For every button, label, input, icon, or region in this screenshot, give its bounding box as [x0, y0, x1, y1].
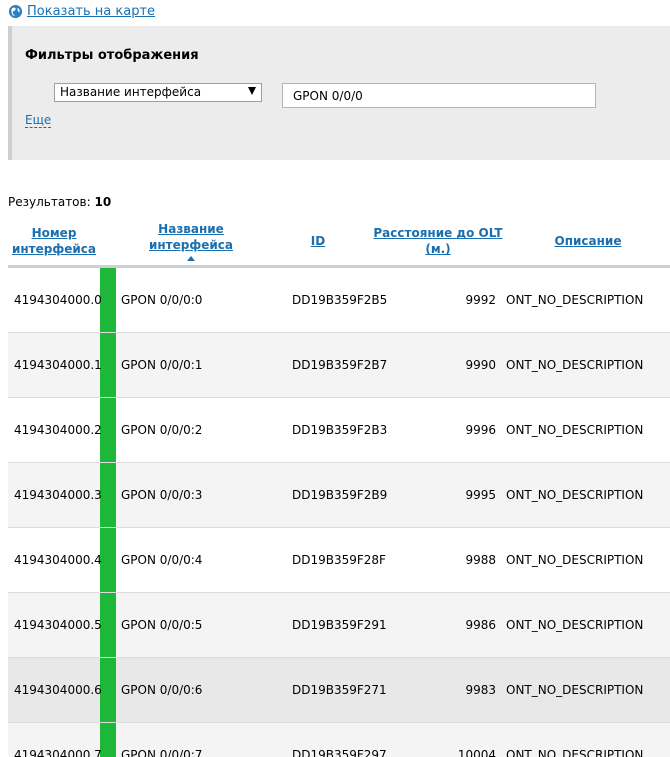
table-row[interactable]: 4194304000.6 GPON 0/0/0:6 DD19B359F271 9983…: [8, 657, 670, 723]
table-row[interactable]: 4194304000.5 GPON 0/0/0:5 DD19B359F291 9986…: [8, 592, 670, 658]
results-label: Результатов:: [8, 195, 91, 209]
table-row[interactable]: 4194304000.7 GPON 0/0/0:7 DD19B359F297 1000…: [8, 722, 670, 757]
interface-number-cell: 4194304000.6: [8, 657, 102, 723]
distance-cell: 10004: [370, 722, 506, 757]
header-number[interactable]: Номер интерфейса: [8, 218, 100, 268]
sort-by-distance-link[interactable]: Расстояние до OLT (м.): [373, 226, 502, 256]
filters-title: Фильтры отображения: [25, 48, 199, 63]
interface-number-cell: 4194304000.5: [8, 592, 102, 658]
distance-cell: 9983: [370, 657, 506, 723]
status-bar: [100, 267, 116, 332]
results-count: Результатов: 10: [8, 195, 111, 209]
header-description[interactable]: Описание: [506, 218, 670, 268]
filter-field-selected: Название интерфейса: [60, 85, 202, 99]
distance-cell: 9992: [370, 266, 506, 333]
interface-number-cell: 4194304000.0: [8, 266, 102, 333]
status-bar: [100, 592, 116, 657]
chevron-down-icon: [248, 87, 256, 95]
sort-by-description-link[interactable]: Описание: [555, 234, 622, 248]
ont-id-cell: DD19B359F2B9: [266, 462, 387, 528]
description-cell: ONT_NO_DESCRIPTION: [506, 657, 670, 723]
globe-icon: [8, 4, 23, 19]
distance-cell: 9995: [370, 462, 506, 528]
status-indicator: [100, 722, 116, 757]
interface-name-cell: GPON 0/0/0:4: [116, 527, 266, 593]
status-indicator: [100, 462, 116, 528]
table-row[interactable]: 4194304000.2 GPON 0/0/0:2 DD19B359F2B3 9996…: [8, 397, 670, 463]
distance-cell: 9988: [370, 527, 506, 593]
header-id[interactable]: ID: [266, 218, 370, 268]
header-status: [100, 218, 116, 268]
interface-number-cell: 4194304000.4: [8, 527, 102, 593]
distance-cell: 9996: [370, 397, 506, 463]
table-row[interactable]: 4194304000.1 GPON 0/0/0:1 DD19B359F2B7 9990…: [8, 332, 670, 398]
ont-id-cell: DD19B359F2B7: [266, 332, 387, 398]
table-row[interactable]: 4194304000.3 GPON 0/0/0:3 DD19B359F2B9 9995…: [8, 462, 670, 528]
filter-field-select[interactable]: Название интерфейса: [54, 83, 262, 102]
status-indicator: [100, 657, 116, 723]
table-row[interactable]: 4194304000.4 GPON 0/0/0:4 DD19B359F28F 9988…: [8, 527, 670, 593]
interface-number-cell: 4194304000.1: [8, 332, 102, 398]
header-distance[interactable]: Расстояние до OLT (м.): [370, 218, 506, 268]
ont-id-cell: DD19B359F271: [266, 657, 387, 723]
sort-by-name-link[interactable]: Название интерфейса: [149, 222, 233, 252]
interface-name-cell: GPON 0/0/0:3: [116, 462, 266, 528]
sort-by-id-link[interactable]: ID: [311, 234, 325, 248]
description-cell: ONT_NO_DESCRIPTION: [506, 332, 670, 398]
interface-number-cell: 4194304000.2: [8, 397, 102, 463]
interface-number-cell: 4194304000.7: [8, 722, 102, 757]
status-indicator: [100, 332, 116, 398]
description-cell: ONT_NO_DESCRIPTION: [506, 266, 670, 333]
status-bar: [100, 722, 116, 757]
status-bar: [100, 397, 116, 462]
distance-cell: 9986: [370, 592, 506, 658]
interface-number-cell: 4194304000.3: [8, 462, 102, 528]
interface-name-cell: GPON 0/0/0:6: [116, 657, 266, 723]
ont-id-cell: DD19B359F2B5: [266, 266, 387, 333]
sort-by-number-link[interactable]: Номер интерфейса: [12, 226, 96, 256]
status-indicator: [100, 266, 116, 333]
status-bar: [100, 332, 116, 397]
ont-id-cell: DD19B359F2B3: [266, 397, 387, 463]
interface-name-cell: GPON 0/0/0:7: [116, 722, 266, 757]
more-filters-link[interactable]: Еще: [25, 114, 52, 128]
header-name[interactable]: Название интерфейса: [116, 218, 266, 268]
sort-ascending-icon: [187, 256, 195, 262]
description-cell: ONT_NO_DESCRIPTION: [506, 527, 670, 593]
interface-name-cell: GPON 0/0/0:1: [116, 332, 266, 398]
status-bar: [100, 657, 116, 722]
description-cell: ONT_NO_DESCRIPTION: [506, 722, 670, 757]
show-on-map-link[interactable]: Показать на карте: [8, 4, 155, 19]
table-header-row: Номер интерфейса Название интерфейса ID …: [8, 218, 670, 268]
table-row[interactable]: 4194304000.0 GPON 0/0/0:0 DD19B359F2B5 9992…: [8, 266, 670, 333]
show-on-map-label: Показать на карте: [27, 4, 156, 19]
status-indicator: [100, 592, 116, 658]
status-indicator: [100, 527, 116, 593]
ont-id-cell: DD19B359F291: [266, 592, 387, 658]
status-indicator: [100, 397, 116, 463]
ont-id-cell: DD19B359F28F: [266, 527, 386, 593]
results-value: 10: [94, 195, 112, 209]
status-bar: [100, 527, 116, 592]
description-cell: ONT_NO_DESCRIPTION: [506, 592, 670, 658]
description-cell: ONT_NO_DESCRIPTION: [506, 462, 670, 528]
display-filters-panel: Фильтры отображения Название интерфейса …: [8, 26, 670, 160]
interface-name-cell: GPON 0/0/0:5: [116, 592, 266, 658]
interface-name-cell: GPON 0/0/0:0: [116, 266, 266, 333]
interfaces-table: Номер интерфейса Название интерфейса ID …: [8, 218, 670, 757]
filter-value-input[interactable]: [282, 83, 596, 108]
status-bar: [100, 462, 116, 527]
description-cell: ONT_NO_DESCRIPTION: [506, 397, 670, 463]
distance-cell: 9990: [370, 332, 506, 398]
interface-name-cell: GPON 0/0/0:2: [116, 397, 266, 463]
ont-id-cell: DD19B359F297: [266, 722, 387, 757]
